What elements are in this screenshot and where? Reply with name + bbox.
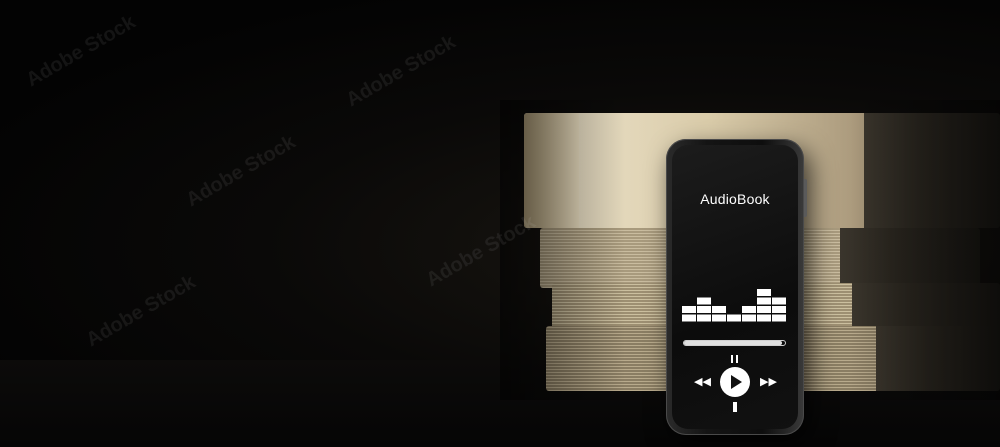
- equalizer-block: [757, 297, 771, 305]
- equalizer-block: [682, 306, 696, 313]
- progress-fill: [684, 341, 782, 345]
- book-cover: [840, 228, 980, 288]
- progress-bar[interactable]: [683, 340, 786, 346]
- book-edge: [524, 113, 579, 228]
- watermark: Adobe Stock: [182, 130, 300, 212]
- equalizer-block: [757, 314, 771, 322]
- play-icon[interactable]: [720, 367, 750, 397]
- watermark: Adobe Stock: [422, 210, 540, 292]
- equalizer-block: [772, 314, 786, 322]
- watermark: Adobe Stock: [342, 30, 460, 112]
- phone-screen: AudioBook ◀◀ ▶▶: [672, 145, 798, 429]
- rewind-icon[interactable]: ◀◀: [694, 375, 711, 388]
- book-cover: [864, 113, 1000, 228]
- equalizer-block: [727, 314, 741, 322]
- book-cover: [876, 326, 1000, 391]
- equalizer-block: [757, 289, 771, 296]
- fast-forward-icon[interactable]: ▶▶: [760, 375, 777, 388]
- audiobook-photo: Adobe Stock Adobe Stock Adobe Stock Adob…: [0, 0, 1000, 447]
- equalizer-block: [682, 314, 696, 322]
- equalizer-block: [772, 297, 786, 305]
- equalizer-block: [772, 306, 786, 313]
- equalizer-block: [712, 314, 726, 322]
- pause-marker-icon: [730, 355, 740, 363]
- equalizer-block: [697, 314, 711, 322]
- watermark: Adobe Stock: [82, 270, 200, 352]
- equalizer-block: [697, 297, 711, 305]
- equalizer-block: [712, 306, 726, 313]
- smartphone: AudioBook ◀◀ ▶▶: [666, 139, 807, 435]
- equalizer-block: [757, 306, 771, 313]
- equalizer-block: [742, 314, 756, 322]
- playback-controls: ◀◀ ▶▶: [672, 355, 798, 413]
- playhead-marker: [733, 402, 737, 412]
- equalizer-block: [742, 306, 756, 313]
- watermark: Adobe Stock: [22, 10, 140, 92]
- phone-side-button: [804, 179, 807, 217]
- equalizer-block: [697, 306, 711, 313]
